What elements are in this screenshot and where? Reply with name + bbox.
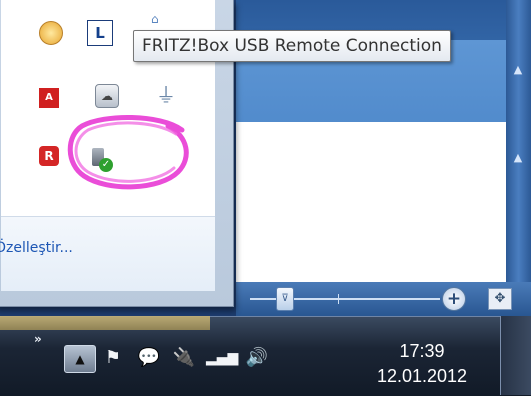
zoom-tick (338, 294, 339, 304)
show-desktop-button[interactable] (500, 316, 531, 395)
taskbar-button-strip (0, 316, 210, 330)
avira-icon[interactable]: R (39, 146, 59, 166)
document-area (236, 122, 506, 282)
clock-time: 17:39 (399, 341, 445, 361)
network-cap-icon[interactable]: ⌂ (151, 12, 175, 26)
customize-link[interactable]: Özelleştir... (0, 240, 73, 256)
chat-bubble-icon[interactable]: 💬 (136, 344, 162, 372)
adobe-icon[interactable]: A (39, 88, 59, 108)
fit-to-window-icon[interactable]: ✥ (488, 288, 512, 310)
zoom-slider-thumb[interactable]: ⊽ (276, 287, 294, 311)
network-signal-icon[interactable]: ▂▄▆ (206, 344, 238, 372)
scroll-up-icon[interactable]: ▲ (508, 60, 528, 80)
taskbar-clock[interactable]: 17:39 12.01.2012 (372, 340, 472, 390)
action-center-flag-icon[interactable]: ⚑ (100, 344, 126, 372)
overflow-hint: » (34, 332, 42, 346)
vertical-scrollbar[interactable] (506, 0, 531, 282)
tooltip: FRITZ!Box USB Remote Connection (133, 30, 451, 62)
scroll-up-icon[interactable]: ▲ (508, 148, 528, 168)
show-hidden-icons-button[interactable]: ▲ (64, 345, 96, 373)
highlight-circle (67, 114, 189, 190)
usb-gray-icon[interactable]: ⏚ (155, 84, 177, 106)
clock-date: 12.01.2012 (376, 366, 468, 386)
l-app-icon[interactable]: L (87, 20, 113, 46)
power-plug-icon[interactable]: 🔌 (171, 344, 197, 372)
cloud-drive-icon[interactable]: ☁ (95, 84, 119, 108)
volume-icon[interactable]: 🔊 (244, 344, 270, 372)
clock-alarm-icon[interactable] (39, 21, 63, 45)
zoom-in-icon[interactable]: + (442, 287, 466, 311)
